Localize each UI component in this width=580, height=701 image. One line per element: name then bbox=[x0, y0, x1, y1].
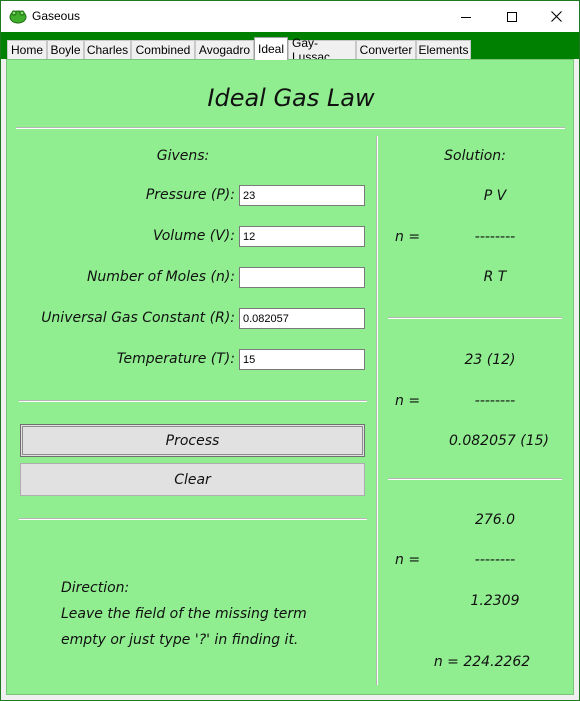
moles-input[interactable] bbox=[239, 267, 365, 288]
moles-label: Number of Moles (n): bbox=[86, 269, 235, 285]
evaluated-denominator: 1.2309 bbox=[470, 593, 520, 609]
tab-ideal[interactable]: Ideal bbox=[254, 37, 288, 60]
tab-gay-lussac[interactable]: Gay-Lussac bbox=[288, 36, 356, 64]
temperature-input[interactable] bbox=[239, 349, 365, 370]
formula-divider bbox=[388, 317, 562, 319]
evaluated-numerator: 276.0 bbox=[474, 512, 516, 528]
formula-bar: -------- bbox=[474, 229, 516, 245]
tab-converter[interactable]: Converter bbox=[356, 40, 416, 59]
tab-elements[interactable]: Elements bbox=[416, 40, 471, 59]
tab-bar: Home Boyle Charles Combined Avogadro Ide… bbox=[1, 32, 579, 64]
direction-note: Direction: Leave the field of the missin… bbox=[61, 575, 307, 653]
result-text: n = 224.2262 bbox=[433, 654, 531, 670]
title-bar[interactable]: Gaseous bbox=[1, 1, 579, 32]
clear-button[interactable]: Clear bbox=[20, 463, 365, 496]
formula-numerator: P V bbox=[483, 188, 507, 204]
direction-heading: Direction: bbox=[61, 580, 130, 596]
maximize-icon bbox=[507, 11, 517, 22]
pressure-input[interactable] bbox=[239, 185, 365, 206]
direction-line-2: empty or just type '?' in finding it. bbox=[61, 632, 299, 648]
givens-heading: Givens: bbox=[156, 148, 210, 164]
close-button[interactable] bbox=[533, 1, 579, 32]
givens-divider bbox=[19, 400, 367, 402]
tab-combined[interactable]: Combined bbox=[131, 40, 195, 59]
column-divider bbox=[376, 136, 378, 685]
app-logo-icon bbox=[9, 10, 27, 24]
pressure-label: Pressure (P): bbox=[145, 187, 235, 203]
tab-boyle[interactable]: Boyle bbox=[47, 40, 84, 59]
gas-constant-input[interactable] bbox=[239, 308, 365, 329]
close-icon bbox=[550, 11, 562, 22]
formula-denominator: R T bbox=[483, 269, 507, 285]
substituted-divider bbox=[388, 478, 562, 480]
app-window: Gaseous Home Boyle Charles Combined Avog… bbox=[0, 0, 580, 701]
ideal-gas-panel: Ideal Gas Law Givens: Pressure (P): Volu… bbox=[6, 59, 574, 695]
window-title: Gaseous bbox=[32, 9, 81, 23]
substituted-bar: -------- bbox=[474, 393, 516, 409]
temperature-label: Temperature (T): bbox=[116, 351, 235, 367]
substituted-numerator: 23 (12) bbox=[464, 352, 516, 368]
page-title: Ideal Gas Law bbox=[207, 84, 375, 112]
substituted-denominator: 0.082057 (15) bbox=[449, 433, 549, 449]
substituted-lhs: n = bbox=[395, 393, 421, 409]
tab-charles[interactable]: Charles bbox=[84, 40, 131, 59]
minimize-icon bbox=[461, 16, 471, 18]
maximize-button[interactable] bbox=[489, 1, 535, 32]
tab-home[interactable]: Home bbox=[7, 40, 47, 59]
gas-constant-label: Universal Gas Constant (R): bbox=[41, 310, 235, 326]
direction-line-1: Leave the field of the missing term bbox=[61, 606, 307, 622]
title-divider bbox=[16, 127, 565, 129]
formula-lhs: n = bbox=[395, 229, 421, 245]
solution-heading: Solution: bbox=[444, 148, 506, 164]
buttons-divider bbox=[19, 518, 367, 520]
tab-avogadro[interactable]: Avogadro bbox=[195, 40, 254, 59]
process-button[interactable]: Process bbox=[20, 424, 365, 457]
volume-label: Volume (V): bbox=[152, 228, 235, 244]
evaluated-bar: -------- bbox=[474, 552, 516, 568]
volume-input[interactable] bbox=[239, 226, 365, 247]
evaluated-lhs: n = bbox=[395, 552, 421, 568]
minimize-button[interactable] bbox=[443, 1, 489, 32]
